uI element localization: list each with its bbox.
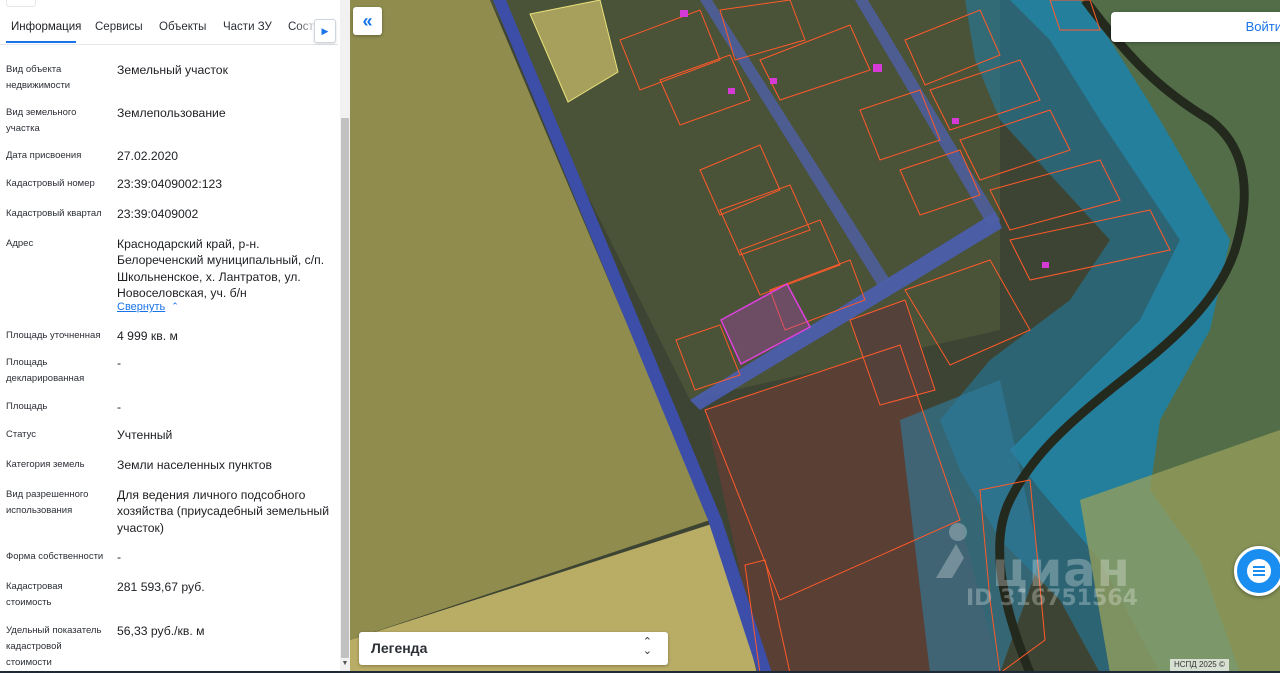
map-canvas[interactable]: [350, 0, 1280, 673]
info-value: Для ведения личного подсобного хозяйства…: [117, 488, 330, 535]
tab-services[interactable]: Сервисы: [95, 21, 143, 33]
double-chevron-left-icon: «: [362, 10, 373, 31]
chevron-right-icon: ▶: [321, 25, 329, 36]
collapse-address-link[interactable]: Свернуть ⌃: [117, 301, 179, 313]
panel-scrollbar[interactable]: ▼: [340, 0, 350, 673]
map-view[interactable]: циан ID 316751564 НСПД 2025 ©: [350, 0, 1280, 673]
legend-label: Легенда: [371, 640, 428, 656]
info-label: Площадь: [6, 401, 48, 412]
info-value: -: [117, 356, 122, 370]
tab-parcel-parts[interactable]: Части ЗУ: [223, 21, 272, 33]
info-value: 23:39:0409002:123: [117, 177, 223, 191]
info-value: Земельный участок: [117, 63, 228, 77]
info-label: Вид объекта недвижимости: [6, 64, 71, 91]
info-value: 23:39:0409002: [117, 207, 199, 221]
info-label: Дата присвоения: [6, 150, 82, 161]
info-label: Вид земельного участка: [6, 107, 77, 134]
scrollbar-thumb[interactable]: [341, 118, 349, 658]
collapse-label: Свернуть: [117, 301, 166, 313]
chat-button[interactable]: [1234, 546, 1280, 596]
info-value: 27.02.2020: [117, 149, 178, 163]
tab-info[interactable]: Информация: [11, 21, 81, 33]
collapse-panel-button[interactable]: «: [353, 7, 382, 35]
legend-select[interactable]: Легенда ⌃ ⌄: [359, 632, 668, 665]
info-label: Кадастровый квартал: [6, 208, 102, 219]
info-value: Земли населенных пунктов: [117, 458, 272, 472]
watermark-id: ID 316751564: [966, 586, 1138, 611]
info-panel: Информация Сервисы Объекты Части ЗУ Сост…: [0, 0, 338, 673]
info-label: Площадь уточненная: [6, 330, 101, 341]
chevron-up-icon: ⌃: [171, 301, 179, 311]
tab-bar: Информация Сервисы Объекты Части ЗУ Сост…: [0, 0, 338, 45]
info-value: -: [117, 400, 122, 414]
info-label: Вид разрешенного использования: [6, 489, 89, 516]
info-value: Учтенный: [117, 428, 173, 442]
info-label: Категория земель: [6, 459, 85, 470]
login-button[interactable]: Войти: [1111, 12, 1280, 42]
info-value: 281 593,67 руб.: [117, 580, 205, 594]
info-value: Краснодарский край, р-н. Белореченский м…: [117, 237, 325, 301]
chat-icon: [1247, 559, 1271, 583]
info-label: Кадастровая стоимость: [6, 581, 63, 608]
info-label: Адрес: [6, 238, 34, 249]
info-value: 56,33 руб./кв. м: [117, 624, 205, 638]
cian-logo-icon: [936, 523, 967, 578]
info-label: Удельный показатель кадастровой стоимост…: [6, 625, 102, 668]
info-label: Статус: [6, 429, 37, 440]
info-value: Землепользование: [117, 106, 226, 120]
info-value: 4 999 кв. м: [117, 329, 178, 343]
scroll-down-arrow-icon[interactable]: ▼: [340, 657, 350, 671]
tab-objects[interactable]: Объекты: [159, 21, 206, 33]
info-label: Форма собственности: [6, 551, 104, 562]
info-value: -: [117, 550, 122, 564]
info-label: Кадастровый номер: [6, 178, 95, 189]
active-tab-indicator: [6, 41, 76, 43]
chevron-up-down-icon: ⌃ ⌄: [642, 636, 652, 657]
info-label: Площадь декларированная: [6, 357, 85, 384]
tab-scroll-button[interactable]: ▶: [314, 19, 336, 43]
